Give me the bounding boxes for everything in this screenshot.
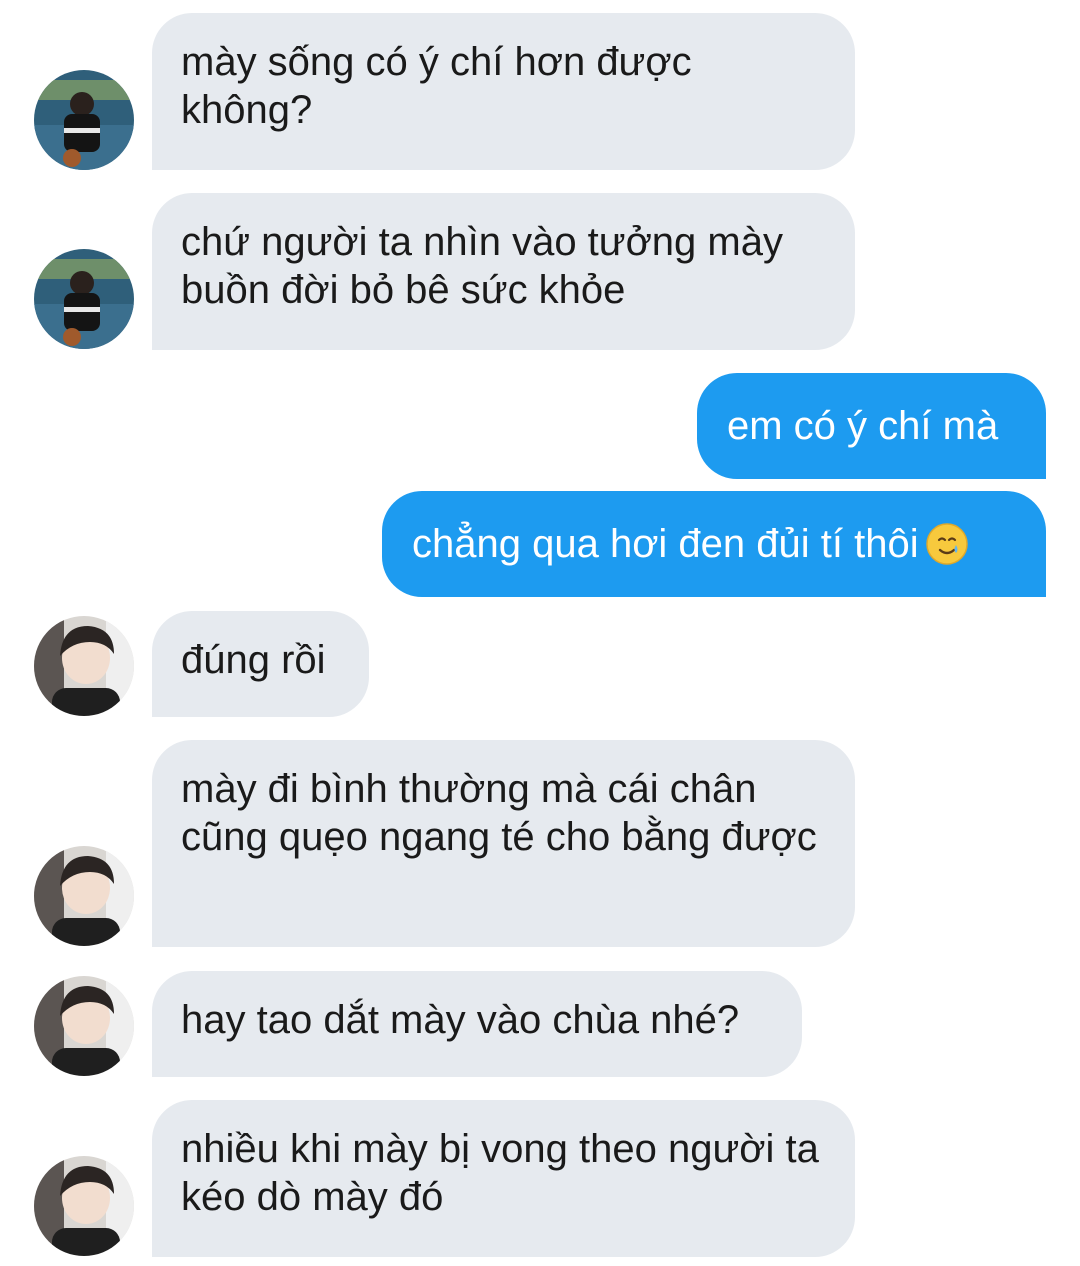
avatar-photo-1-icon[interactable]	[34, 249, 134, 349]
avatar-photo-1-icon[interactable]	[34, 70, 134, 170]
message-bubble[interactable]: hay tao dắt mày vào chùa nhé?	[152, 971, 802, 1077]
message-bubble[interactable]: nhiều khi mày bị vong theo người ta kéo …	[152, 1100, 855, 1257]
avatar-photo-2-icon[interactable]	[34, 616, 134, 716]
message-bubble[interactable]: chứ người ta nhìn vào tưởng mày buồn đời…	[152, 193, 855, 350]
smiling-face-with-tear-icon	[925, 523, 968, 565]
message-bubble-outgoing[interactable]: chẳng qua hơi đen đủi tí thôi	[382, 491, 1046, 597]
message-text: em có ý chí mà	[727, 404, 999, 448]
message-text: đúng rồi	[181, 638, 326, 682]
message-bubble[interactable]: mày sống có ý chí hơn được không?	[152, 13, 855, 170]
message-bubble[interactable]: mày đi bình thường mà cái chân cũng quẹo…	[152, 740, 855, 947]
message-text: hay tao dắt mày vào chùa nhé?	[181, 998, 740, 1042]
message-text: chẳng qua hơi đen đủi tí thôi	[412, 522, 919, 566]
message-bubble-outgoing[interactable]: em có ý chí mà	[697, 373, 1046, 479]
message-text: chứ người ta nhìn vào tưởng mày buồn đời…	[181, 220, 783, 312]
message-text-row: chẳng qua hơi đen đủi tí thôi	[412, 520, 1016, 568]
message-bubble[interactable]: đúng rồi	[152, 611, 369, 717]
avatar-photo-2-icon[interactable]	[34, 846, 134, 946]
message-text: mày sống có ý chí hơn được không?	[181, 40, 692, 132]
chat-thread: mày sống có ý chí hơn được không? chứ ng…	[0, 0, 1080, 1266]
avatar-photo-2-icon[interactable]	[34, 976, 134, 1076]
avatar-photo-2-icon[interactable]	[34, 1156, 134, 1256]
message-text: mày đi bình thường mà cái chân cũng quẹo…	[181, 767, 817, 859]
message-text: nhiều khi mày bị vong theo người ta kéo …	[181, 1127, 819, 1219]
